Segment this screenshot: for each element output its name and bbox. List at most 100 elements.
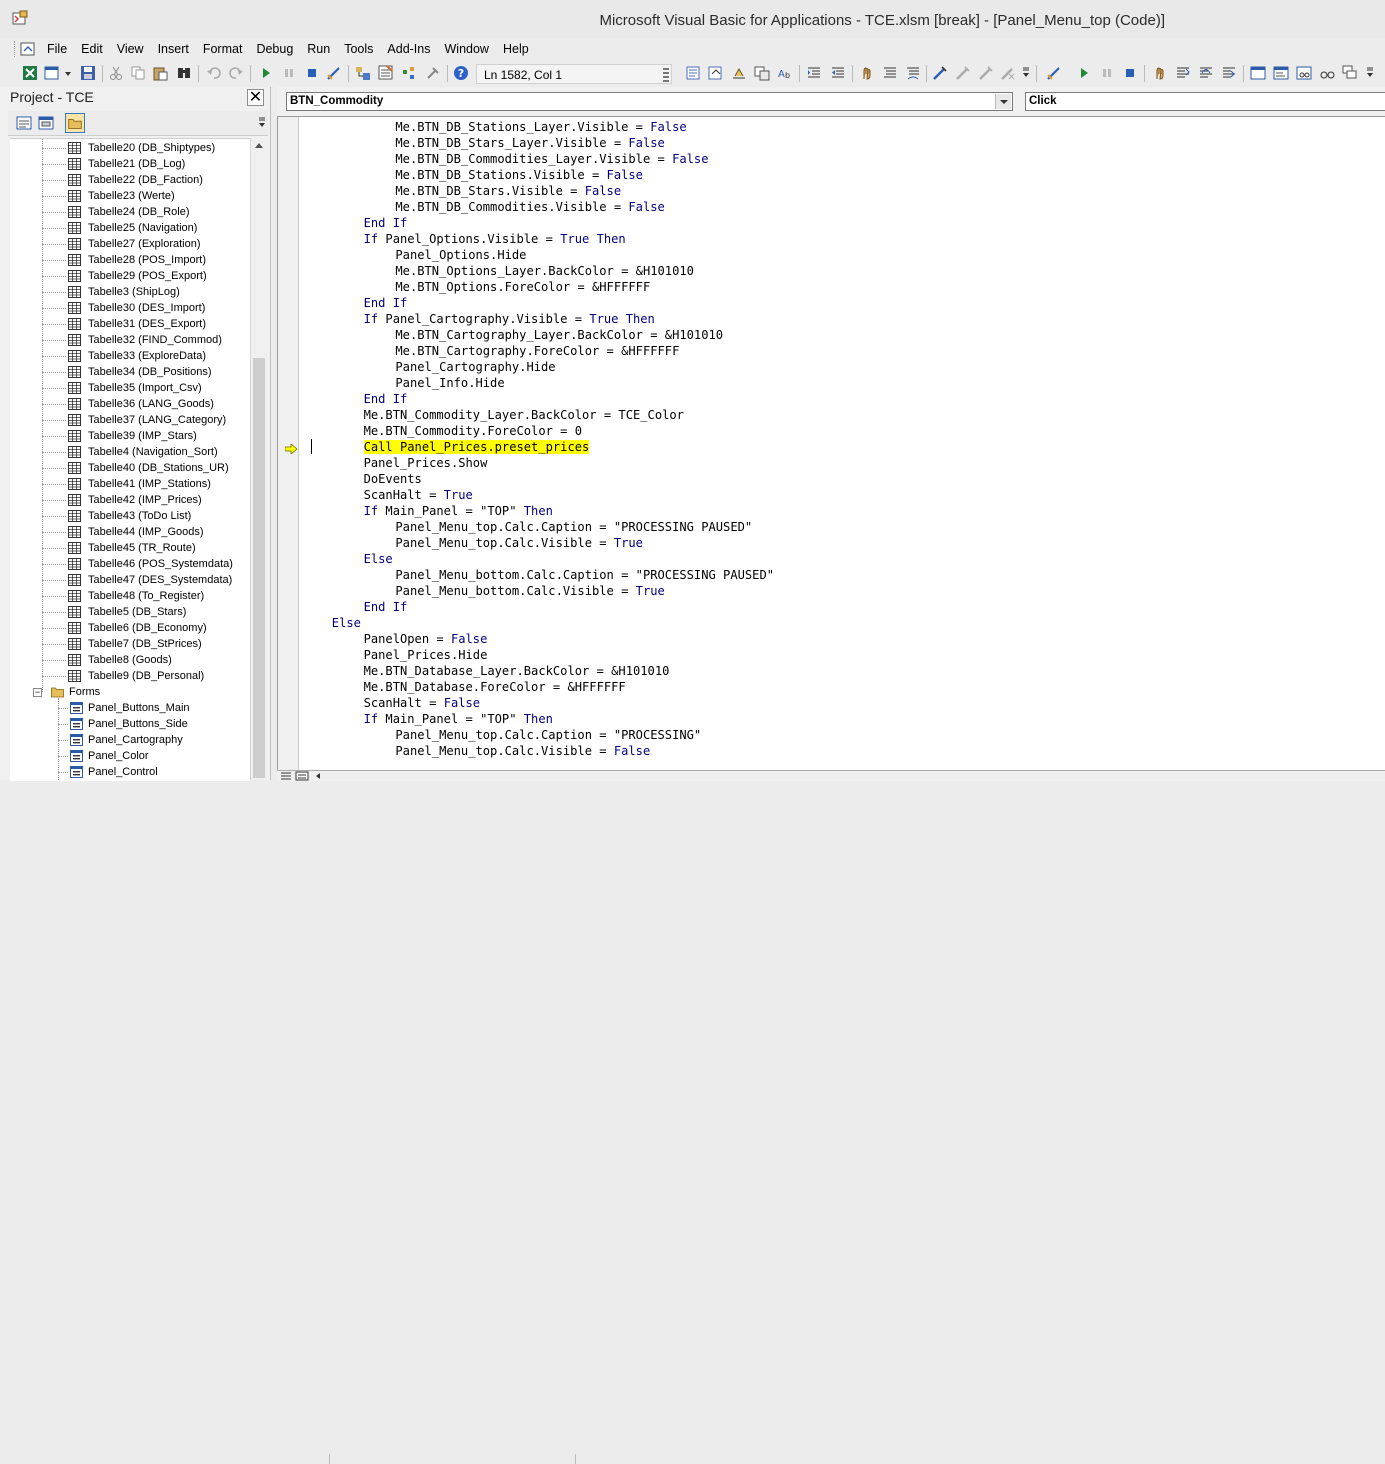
immediate-window-icon[interactable] [1273, 65, 1289, 81]
toolbar-options-icon[interactable] [1022, 65, 1030, 81]
parameter-info-icon[interactable] [754, 65, 770, 81]
code-line[interactable]: End If [364, 391, 408, 407]
tree-item[interactable]: Tabelle44 (IMP_Goods) [10, 524, 250, 540]
code-line[interactable]: Call Panel_Prices.preset_prices [363, 439, 590, 455]
clear-bookmarks-icon[interactable] [1000, 65, 1016, 81]
tree-item[interactable]: Tabelle7 (DB_StPrices) [10, 636, 250, 652]
code-line[interactable]: Panel_Menu_bottom.Calc.Caption = "PROCES… [395, 567, 774, 583]
menu-tools[interactable]: Tools [337, 41, 380, 57]
tree-folder[interactable]: − Forms [10, 684, 250, 700]
menu-window[interactable]: Window [438, 41, 496, 57]
code-line[interactable]: Else [332, 615, 361, 631]
close-icon[interactable]: ✕ [247, 89, 264, 106]
tree-item[interactable]: Tabelle3 (ShipLog) [10, 284, 250, 300]
tree-item[interactable]: Tabelle34 (DB_Positions) [10, 364, 250, 380]
code-line[interactable]: Me.BTN_Options_Layer.BackColor = &H10101… [395, 263, 694, 279]
tree-item[interactable]: Tabelle23 (Werte) [10, 188, 250, 204]
procedure-dropdown[interactable]: Click [1025, 92, 1385, 111]
run-icon[interactable] [258, 65, 274, 81]
code-line[interactable]: Panel_Prices.Show [364, 455, 488, 471]
code-line[interactable]: Me.BTN_DB_Stations_Layer.Visible = False [395, 119, 686, 135]
code-line[interactable]: Panel_Options.Hide [395, 247, 526, 263]
chevron-down-icon[interactable] [64, 65, 72, 81]
view-object-icon[interactable] [36, 113, 56, 133]
tree-item[interactable]: Panel_Buttons_Side [10, 716, 250, 732]
scrollbar-thumb[interactable] [253, 358, 265, 778]
find-icon[interactable] [176, 65, 192, 81]
tree-item[interactable]: Tabelle28 (POS_Import) [10, 252, 250, 268]
copy-icon[interactable] [130, 65, 146, 81]
call-stack-icon[interactable] [1342, 65, 1358, 81]
toolbar-options-icon[interactable] [1366, 65, 1374, 81]
comment-block-icon[interactable] [882, 65, 898, 81]
locals-window-icon[interactable] [1250, 65, 1266, 81]
object-dropdown[interactable]: BTN_Commodity [286, 92, 1013, 111]
tree-item[interactable]: Tabelle36 (LANG_Goods) [10, 396, 250, 412]
chevron-down-icon[interactable] [995, 94, 1011, 109]
tree-item[interactable]: Tabelle32 (FIND_Commod) [10, 332, 250, 348]
tree-item[interactable]: Tabelle30 (DES_Import) [10, 300, 250, 316]
menu-format[interactable]: Format [196, 41, 250, 57]
uncomment-block-icon[interactable] [905, 65, 921, 81]
tree-item[interactable]: Tabelle8 (Goods) [10, 652, 250, 668]
tree-item[interactable]: Tabelle25 (Navigation) [10, 220, 250, 236]
tree-item[interactable]: Tabelle24 (DB_Role) [10, 204, 250, 220]
design-mode-icon[interactable] [326, 65, 342, 81]
properties-window-icon[interactable] [378, 65, 394, 81]
redo-icon[interactable] [228, 65, 244, 81]
step-out-icon[interactable] [1221, 65, 1237, 81]
break-icon[interactable] [1099, 65, 1115, 81]
tree-item[interactable]: Tabelle42 (IMP_Prices) [10, 492, 250, 508]
code-line[interactable]: DoEvents [364, 471, 422, 487]
code-line[interactable]: Me.BTN_DB_Commodities_Layer.Visible = Fa… [395, 151, 708, 167]
code-line[interactable]: Panel_Prices.Hide [364, 647, 488, 663]
toggle-bookmark-icon[interactable] [932, 65, 948, 81]
tree-item[interactable]: Tabelle37 (LANG_Category) [10, 412, 250, 428]
insert-userform-icon[interactable] [44, 65, 60, 81]
code-line[interactable]: Panel_Menu_top.Calc.Visible = False [395, 743, 650, 759]
continue-icon[interactable] [1076, 65, 1092, 81]
save-icon[interactable] [80, 65, 96, 81]
toolbox-icon[interactable] [425, 65, 441, 81]
tree-item[interactable]: Panel_Color [10, 748, 250, 764]
breakpoint-hand-icon[interactable] [1152, 65, 1168, 81]
code-line[interactable]: PanelOpen = False [364, 631, 488, 647]
code-line[interactable]: Me.BTN_Options.ForeColor = &HFFFFFF [395, 279, 650, 295]
code-line[interactable]: Me.BTN_Commodity.ForeColor = 0 [364, 423, 582, 439]
chevron-down-icon[interactable] [258, 113, 266, 133]
code-line[interactable]: Panel_Menu_bottom.Calc.Visible = True [395, 583, 664, 599]
tree-item[interactable]: Tabelle43 (ToDo List) [10, 508, 250, 524]
code-editor[interactable]: Me.BTN_DB_Stations_Layer.Visible = False… [277, 116, 1385, 771]
code-line[interactable]: Else [364, 551, 393, 567]
list-constants-icon[interactable] [708, 65, 724, 81]
tree-item[interactable]: Tabelle22 (DB_Faction) [10, 172, 250, 188]
tree-item[interactable]: Tabelle29 (POS_Export) [10, 268, 250, 284]
code-line[interactable]: Me.BTN_DB_Stations.Visible = False [395, 167, 643, 183]
code-line[interactable]: If Main_Panel = "TOP" Then [364, 503, 553, 519]
quick-watch-icon[interactable] [1319, 65, 1335, 81]
menu-run[interactable]: Run [300, 41, 337, 57]
project-explorer-icon[interactable] [355, 65, 371, 81]
tree-item[interactable]: Tabelle6 (DB_Economy) [10, 620, 250, 636]
menu-file[interactable]: File [40, 41, 74, 57]
toggle-breakpoint-icon[interactable] [859, 65, 875, 81]
code-line[interactable]: Me.BTN_Database_Layer.BackColor = &H1010… [364, 663, 670, 679]
code-line[interactable]: ScanHalt = True [364, 487, 473, 503]
tree-item[interactable]: Tabelle21 (DB_Log) [10, 156, 250, 172]
code-line[interactable]: Me.BTN_Commodity_Layer.BackColor = TCE_C… [364, 407, 684, 423]
code-line[interactable]: If Panel_Cartography.Visible = True Then [364, 311, 655, 327]
step-over-icon[interactable] [1198, 65, 1214, 81]
tree-item[interactable]: Tabelle41 (IMP_Stations) [10, 476, 250, 492]
code-line[interactable]: ScanHalt = False [364, 695, 481, 711]
tree-item[interactable]: Panel_Buttons_Main [10, 700, 250, 716]
code-line[interactable]: Panel_Menu_top.Calc.Caption = "PROCESSIN… [395, 727, 701, 743]
view-code-icon[interactable] [14, 113, 34, 133]
pause-icon[interactable] [281, 65, 297, 81]
indicator-margin[interactable] [278, 117, 299, 771]
complete-word-icon[interactable]: Ab [777, 65, 793, 81]
quick-info-icon[interactable] [731, 65, 747, 81]
tree-item[interactable]: Tabelle35 (Import_Csv) [10, 380, 250, 396]
tree-item[interactable]: Tabelle48 (To_Register) [10, 588, 250, 604]
tree-item[interactable]: Tabelle4 (Navigation_Sort) [10, 444, 250, 460]
object-browser-icon[interactable] [401, 65, 417, 81]
